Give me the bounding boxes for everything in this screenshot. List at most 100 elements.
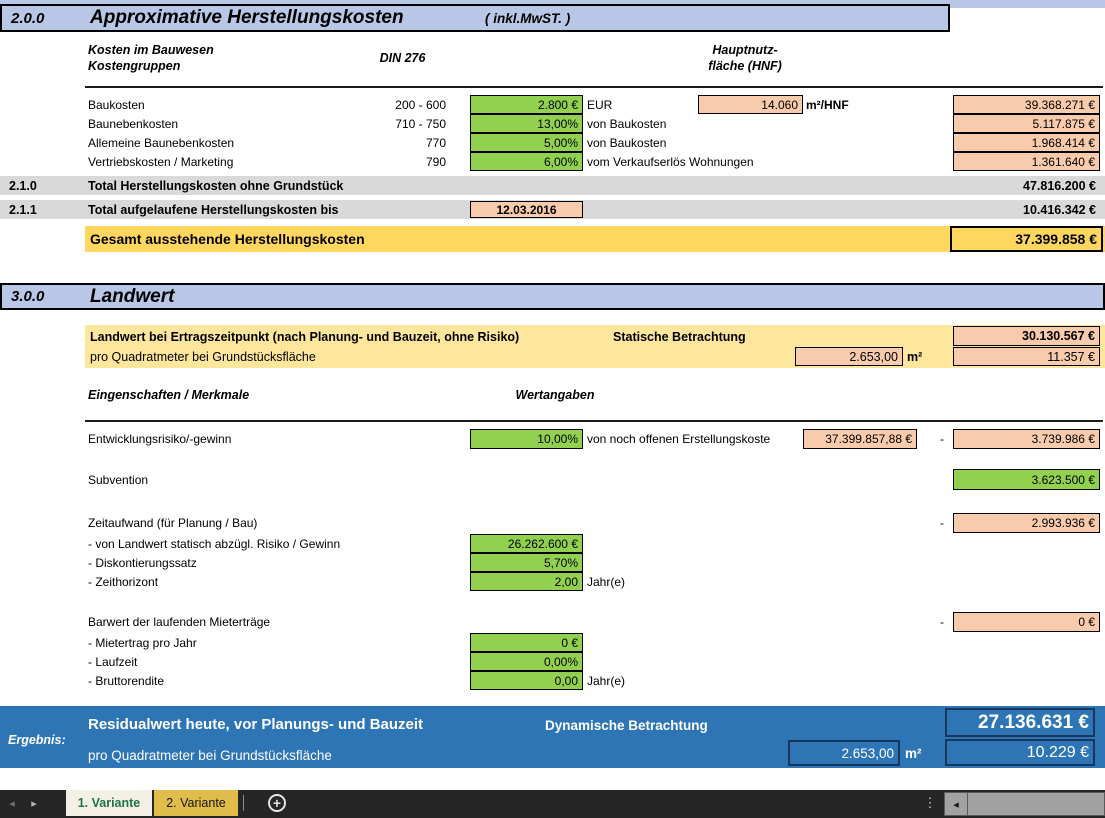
add-sheet-icon[interactable]: + (268, 794, 286, 812)
area-unit: m² (907, 349, 923, 364)
area-cell[interactable]: 2.653,00 (795, 347, 903, 366)
barwert-item-suffix: Jahr(e) (587, 673, 626, 688)
tab-divider (243, 795, 244, 811)
spreadsheet: 2.0.0 Approximative Herstellungskosten (… (0, 0, 1105, 818)
zeitaufwand-minus: - (940, 516, 944, 530)
barwert-item-label: - Laufzeit (88, 654, 138, 669)
section-3-title: Landwert (90, 285, 175, 307)
section-2-suffix: ( inkl.MwST. ) (485, 10, 571, 26)
zeit-item-label: - Zeithorizont (88, 574, 159, 589)
gesamt-label: Gesamt ausstehende Herstellungskosten (90, 231, 365, 247)
residualwert-label: Residualwert heute, vor Planungs- und Ba… (88, 715, 424, 733)
input-cell-allg-baunebenkosten[interactable]: 5,00% (470, 133, 583, 152)
sheet-tab-bar: ◂ ▸ 1. Variante 2. Variante + ⋮ ◂ (0, 790, 1105, 818)
residualwert-sqm-cell[interactable]: 10.229 € (945, 739, 1095, 766)
barwert-minus: - (940, 615, 944, 629)
section-2-header: 2.0.0 Approximative Herstellungskosten (… (0, 4, 950, 32)
input-cell-laufzeit[interactable]: 0,00% (470, 652, 583, 671)
value-cell-vertrieb-total[interactable]: 1.361.640 € (953, 152, 1100, 171)
input-cell-bruttorendite[interactable]: 0,00 (470, 671, 583, 690)
ergebnis-label: Ergebnis: (8, 732, 66, 747)
colhead-hnf-line2: fläche (HNF) (708, 59, 782, 73)
horizontal-scrollbar[interactable]: ◂ (944, 792, 1105, 816)
ergebnis-area-cell[interactable]: 2.653,00 (788, 740, 900, 766)
prev-sheet-icon[interactable]: ◂ (2, 790, 22, 816)
barwert-item-label: - Mietertrag pro Jahr (88, 635, 197, 650)
input-cell-diskontierungssatz[interactable]: 5,70% (470, 553, 583, 572)
tab-variante-2[interactable]: 2. Variante (154, 790, 238, 816)
risk-ref-cell[interactable]: 37.399.857,88 € (803, 429, 917, 449)
row-label: Allemeine Baunebenkosten (88, 135, 235, 150)
merkmale-rule (85, 420, 1103, 422)
input-cell-baukosten[interactable]: 2.800 € (470, 95, 583, 114)
barwert-item-label: - Bruttorendite (88, 673, 165, 688)
total-code: 2.1.1 (9, 202, 37, 217)
scrollbar-track[interactable] (968, 793, 1104, 815)
section-3-code: 3.0.0 (11, 288, 45, 305)
row-note: vom Verkaufserlös Wohnungen (587, 154, 754, 169)
row-note: EUR (587, 97, 613, 112)
colhead-din276: DIN 276 (379, 51, 426, 65)
total-row-2-1-0: 2.1.0 Total Herstellungskosten ohne Grun… (0, 176, 1105, 195)
total-label: Total Herstellungskosten ohne Grundstück (88, 178, 344, 193)
hnf-unit: m²/HNF (806, 97, 849, 112)
input-cell-hnf[interactable]: 14.060 (698, 95, 803, 114)
row-label: Baunebenkosten (88, 116, 179, 131)
ergebnis-band: Ergebnis: Residualwert heute, vor Planun… (0, 706, 1105, 768)
more-sheets-icon[interactable]: ⋮ (922, 790, 938, 816)
landwert-sqm-value-cell[interactable]: 11.357 € (953, 347, 1100, 366)
barwert-value-cell[interactable]: 0 € (953, 612, 1100, 632)
wertangaben-header: Wertangaben (515, 388, 595, 402)
barwert-label: Barwert der laufenden Mieterträge (88, 615, 271, 629)
zeitaufwand-label: Zeitaufwand (für Planung / Bau) (88, 516, 258, 530)
input-cell-risk[interactable]: 10,00% (470, 429, 583, 449)
row-note: von Baukosten (587, 135, 667, 150)
next-sheet-icon[interactable]: ▸ (24, 790, 44, 816)
residualwert-value-cell[interactable]: 27.136.631 € (945, 708, 1095, 737)
input-cell-mietertrag[interactable]: 0 € (470, 633, 583, 652)
risk-label: Entwicklungsrisiko/-gewinn (88, 432, 232, 446)
input-cell-zeithorizont[interactable]: 2,00 (470, 572, 583, 591)
dynamische-betrachtung-label: Dynamische Betrachtung (545, 717, 708, 733)
zeit-item-label: - von Landwert statisch abzügl. Risiko /… (88, 536, 341, 551)
zeitaufwand-value-cell[interactable]: 2.993.936 € (953, 513, 1100, 533)
landwert-value-cell[interactable]: 30.130.567 € (953, 326, 1100, 346)
risk-value-cell[interactable]: 3.739.986 € (953, 429, 1100, 449)
value-cell-baunebenkosten-total[interactable]: 5.117.875 € (953, 114, 1100, 133)
input-cell-baunebenkosten[interactable]: 13,00% (470, 114, 583, 133)
total-value: 47.816.200 € (1023, 178, 1096, 193)
gesamt-value-cell[interactable]: 37.399.858 € (950, 226, 1103, 252)
tab-variante-1[interactable]: 1. Variante (66, 790, 152, 816)
input-cell-date[interactable]: 12.03.2016 (470, 201, 583, 218)
input-cell-vertriebskosten[interactable]: 6,00% (470, 152, 583, 171)
total-label: Total aufgelaufene Herstellungskosten bi… (88, 202, 339, 217)
row-label: Baukosten (88, 97, 145, 112)
colhead-kosten-line1: Kosten im Bauwesen (88, 43, 214, 57)
zeit-item-label: - Diskontierungssatz (88, 555, 197, 570)
landwert-band: Landwert bei Ertragszeitpunkt (nach Plan… (85, 325, 1105, 368)
ergebnis-line2: pro Quadratmeter bei Grundstücksfläche (88, 747, 332, 763)
row-din: 710 - 750 (395, 116, 446, 131)
value-cell-baukosten-total[interactable]: 39.368.271 € (953, 95, 1100, 114)
header-rule (85, 86, 1103, 88)
row-label: Vertriebskosten / Marketing (88, 154, 234, 169)
section-3-header: 3.0.0 Landwert (0, 283, 1105, 310)
subvention-value-cell[interactable]: 3.623.500 € (953, 469, 1100, 490)
input-cell-landwert-statisch[interactable]: 26.262.600 € (470, 534, 583, 553)
landwert-line2: pro Quadratmeter bei Grundstücksfläche (90, 349, 316, 364)
total-code: 2.1.0 (9, 178, 37, 193)
landwert-line1: Landwert bei Ertragszeitpunkt (nach Plan… (90, 329, 520, 344)
row-din: 790 (425, 154, 446, 169)
row-din: 200 - 600 (395, 97, 446, 112)
value-cell-allg-total[interactable]: 1.968.414 € (953, 133, 1100, 152)
row-din: 770 (425, 135, 446, 150)
scrollbar-left-arrow-icon[interactable]: ◂ (945, 793, 968, 815)
risk-note: von noch offenen Erstellungskoste (587, 432, 771, 446)
ergebnis-area-unit: m² (905, 745, 922, 761)
total-row-2-1-1: 2.1.1 Total aufgelaufene Herstellungskos… (0, 200, 1105, 219)
subvention-label: Subvention (88, 472, 149, 487)
merkmale-header: Eingenschaften / Merkmale (88, 388, 250, 402)
risk-minus: - (940, 432, 944, 446)
row-note: von Baukosten (587, 116, 667, 131)
section-2-code: 2.0.0 (11, 9, 45, 27)
